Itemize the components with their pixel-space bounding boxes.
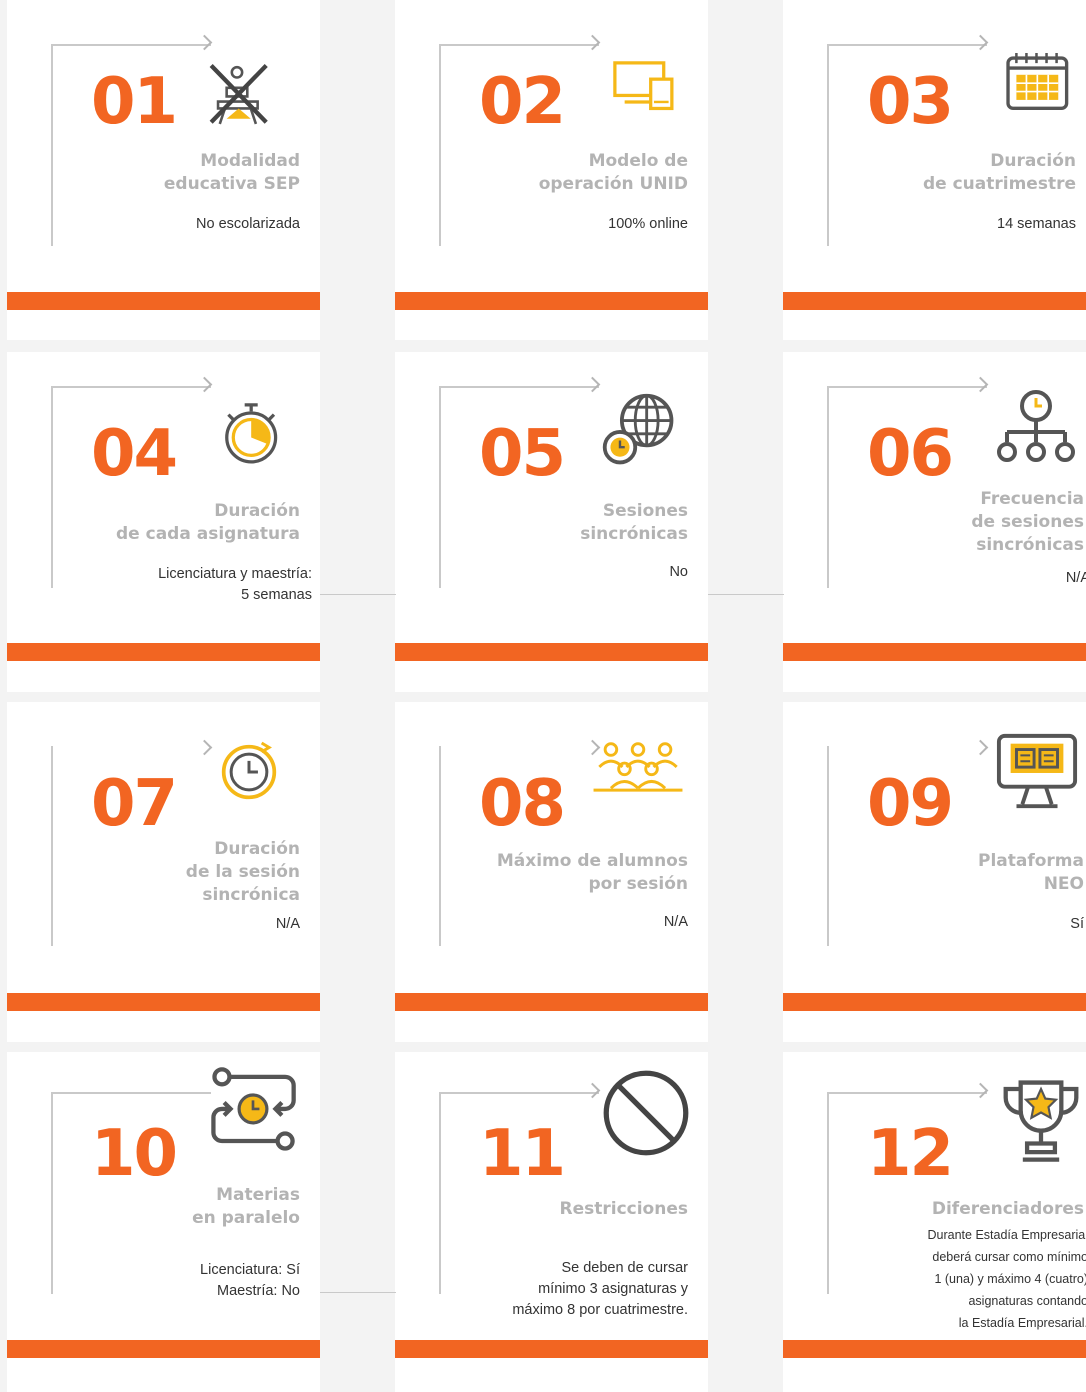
card-title: Modalidad educativa SEP xyxy=(163,151,300,194)
accent-bar xyxy=(7,993,320,1011)
card-title: Plataforma NEO xyxy=(977,851,1084,894)
connector-line xyxy=(320,594,396,595)
card-value: 14 semanas xyxy=(997,216,1076,232)
accent-bar xyxy=(783,292,1086,310)
card-value: Sí xyxy=(1070,916,1084,932)
card-number: 03 xyxy=(867,65,954,139)
card-number: 10 xyxy=(91,1117,178,1191)
card-title: Máximo de alumnos por sesión xyxy=(496,851,688,894)
card-title: Materias en paralelo xyxy=(192,1185,300,1228)
monitor-platform-icon xyxy=(996,733,1078,809)
card-value: Se deben de cursar mínimo 3 asignaturas … xyxy=(512,1260,688,1318)
info-card-04: 04 Duración de cada asignatura Licenciat… xyxy=(7,352,320,692)
info-card-09: 09 Plataforma NEO Sí xyxy=(783,702,1086,1042)
accent-bar xyxy=(395,292,708,310)
card-title: Diferenciadores xyxy=(931,1199,1084,1219)
accent-bar xyxy=(395,993,708,1011)
connector-line xyxy=(320,1292,396,1293)
info-card-01: 01 Modalidad educativa SEP No escolariza… xyxy=(7,0,320,340)
card-title: Restricciones xyxy=(559,1199,689,1219)
accent-bar xyxy=(7,643,320,661)
card-title: Sesiones sincrónicas xyxy=(580,501,688,544)
students-group-icon xyxy=(593,742,683,792)
info-card-08: 08 Máximo de alumnos por sesión N/A xyxy=(395,702,708,1042)
info-card-03: 03 Duración de cuatrimestre 14 semanas xyxy=(783,0,1086,340)
card-title: Frecuencia de sesiones sincrónicas xyxy=(971,489,1084,555)
card-number: 02 xyxy=(479,65,566,139)
accent-bar xyxy=(783,993,1086,1011)
globe-clock-icon xyxy=(602,393,674,465)
card-value: N/A xyxy=(275,916,300,932)
info-card-06: 06 Frecuencia de sesiones sincrónicas N/… xyxy=(783,352,1086,692)
card-number: 12 xyxy=(867,1117,954,1191)
trophy-icon xyxy=(1003,1080,1079,1162)
card-value: 100% online xyxy=(608,216,688,232)
card-value: Licenciatura y maestría: 5 semanas xyxy=(158,566,312,603)
card-number: 08 xyxy=(479,767,566,841)
card-value: No xyxy=(669,564,688,580)
clock-cycle-icon xyxy=(221,741,277,800)
accent-bar xyxy=(395,1340,708,1358)
card-number: 01 xyxy=(91,65,178,139)
card-number: 07 xyxy=(91,767,178,841)
prohibited-icon xyxy=(603,1070,689,1156)
accent-bar xyxy=(7,292,320,310)
card-value: N/A xyxy=(663,914,688,930)
card-value: No escolarizada xyxy=(196,216,300,232)
org-clock-icon xyxy=(997,390,1075,462)
card-number: 05 xyxy=(479,417,566,491)
connector-line xyxy=(708,594,784,595)
accent-bar xyxy=(395,643,708,661)
info-grid: 01 Modalidad educativa SEP No escolariza… xyxy=(0,0,1086,1392)
card-number: 04 xyxy=(91,417,178,491)
card-title: Duración de cuatrimestre xyxy=(922,151,1076,194)
card-title: Duración de cada asignatura xyxy=(116,501,300,544)
accent-bar xyxy=(783,643,1086,661)
card-value: Durante Estadía Empresarial deberá cursa… xyxy=(927,1228,1086,1330)
card-number: 09 xyxy=(867,767,954,841)
card-value: N/A xyxy=(1065,570,1086,586)
card-number: 06 xyxy=(867,417,954,491)
parallel-flow-icon xyxy=(211,1067,296,1151)
no-classroom-icon xyxy=(209,63,268,125)
accent-bar xyxy=(783,1340,1086,1358)
card-title: Duración de la sesión sincrónica xyxy=(185,839,300,905)
calendar-icon xyxy=(1006,53,1069,110)
devices-icon xyxy=(613,61,674,111)
info-card-02: 02 Modelo de operación UNID 100% online xyxy=(395,0,708,340)
stopwatch-icon xyxy=(225,403,278,464)
card-number: 11 xyxy=(479,1117,566,1191)
card-title: Modelo de operación UNID xyxy=(538,151,688,194)
accent-bar xyxy=(7,1340,320,1358)
card-value: Licenciatura: Sí Maestría: No xyxy=(200,1262,300,1299)
info-card-05: 05 Sesiones sincrónicas No xyxy=(395,352,708,692)
info-card-07: 07 Duración de la sesión sincrónica N/A xyxy=(7,702,320,1042)
